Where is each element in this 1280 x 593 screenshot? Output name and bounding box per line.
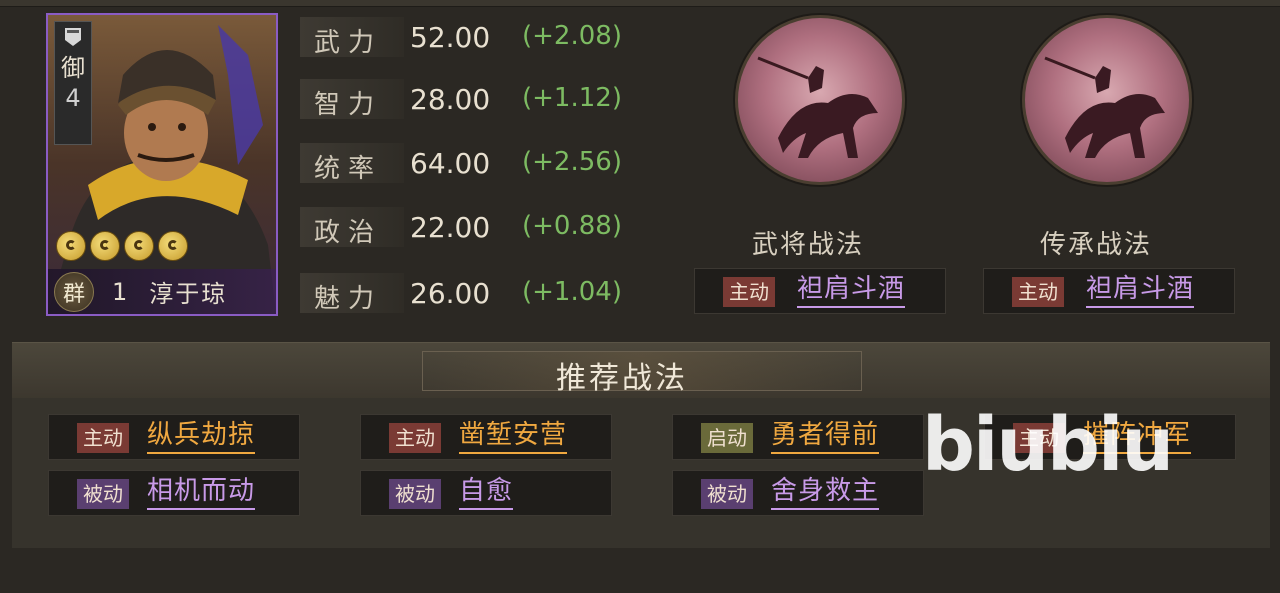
recommend-skill-name[interactable]: 纵兵劫掠 — [147, 420, 256, 454]
recommend-skill-slot[interactable]: 启动 勇者得前 — [672, 414, 924, 460]
recommend-skill-slot[interactable]: 被动 相机而动 — [48, 470, 300, 516]
stat-value: 28.00 — [410, 83, 491, 116]
star-rating — [56, 231, 188, 261]
inherit-skill-slot[interactable]: 主动 袒肩斗酒 — [983, 268, 1235, 314]
general-skill-icon[interactable] — [735, 15, 905, 185]
stat-bonus: (+0.88) — [522, 211, 622, 241]
star-icon — [90, 231, 120, 261]
general-skill-name[interactable]: 袒肩斗酒 — [797, 274, 906, 308]
horse-rider-icon — [1044, 56, 1165, 158]
skill-tag-active: 主动 — [723, 277, 775, 307]
stat-row-intelligence: 智力 28.00 (+1.12) — [300, 79, 640, 120]
inherit-skill-title: 传承战法 — [1040, 230, 1153, 260]
rank-column: 御 4 — [54, 21, 92, 145]
stat-value: 64.00 — [410, 147, 491, 180]
general-cost: 1 — [112, 277, 128, 306]
horse-rider-icon — [757, 56, 878, 158]
stat-label: 统率 — [314, 154, 383, 184]
inherit-skill-name[interactable]: 袒肩斗酒 — [1086, 274, 1195, 308]
recommend-skill-name[interactable]: 相机而动 — [147, 476, 256, 510]
star-icon — [56, 231, 86, 261]
stat-label: 魅力 — [314, 284, 383, 314]
skill-tag-passive: 被动 — [389, 479, 441, 509]
recommend-skill-name[interactable]: 舍身救主 — [771, 476, 880, 510]
general-card[interactable]: 御 4 群 1 淳于琼 — [46, 13, 278, 316]
skill-tag-start: 启动 — [701, 423, 753, 453]
star-icon — [124, 231, 154, 261]
skill-tag-active: 主动 — [389, 423, 441, 453]
top-strip — [0, 0, 1280, 7]
general-skill-slot[interactable]: 主动 袒肩斗酒 — [694, 268, 946, 314]
stat-row-politics: 政治 22.00 (+0.88) — [300, 207, 640, 248]
troop-level: 4 — [65, 84, 81, 112]
skill-tag-active: 主动 — [77, 423, 129, 453]
recommend-skill-slot[interactable]: 被动 自愈 — [360, 470, 612, 516]
stat-bonus: (+1.04) — [522, 277, 622, 307]
star-icon — [158, 231, 188, 261]
inherit-skill-icon[interactable] — [1022, 15, 1192, 185]
stat-value: 26.00 — [410, 277, 491, 310]
skill-tag-active: 主动 — [1012, 277, 1064, 307]
recommend-title: 推荐战法 — [556, 361, 688, 396]
general-name-bar: 群 1 淳于琼 — [48, 269, 276, 314]
recommend-skill-slot[interactable]: 主动 凿堑安营 — [360, 414, 612, 460]
troop-type-label: 御 — [61, 54, 85, 82]
stat-bonus: (+2.56) — [522, 147, 622, 177]
stat-value: 22.00 — [410, 211, 491, 244]
recommend-skill-slot[interactable]: 主动 纵兵劫掠 — [48, 414, 300, 460]
faction-badge: 群 — [54, 271, 94, 312]
stat-row-force: 武力 52.00 (+2.08) — [300, 17, 640, 58]
stat-row-charisma: 魅力 26.00 (+1.04) — [300, 273, 640, 314]
stat-label: 政治 — [314, 218, 383, 248]
recommend-skill-name[interactable]: 自愈 — [459, 476, 514, 510]
general-skill-title: 武将战法 — [752, 230, 865, 260]
stat-label: 武力 — [314, 28, 383, 58]
recommend-skill-name[interactable]: 勇者得前 — [771, 420, 880, 454]
stat-label: 智力 — [314, 90, 383, 120]
shield-icon — [65, 28, 81, 46]
recommend-banner: 推荐战法 — [12, 342, 1270, 400]
recommend-skill-name[interactable]: 凿堑安营 — [459, 420, 568, 454]
stat-bonus: (+2.08) — [522, 21, 622, 51]
stat-value: 52.00 — [410, 21, 491, 54]
skill-tag-passive: 被动 — [701, 479, 753, 509]
stat-bonus: (+1.12) — [522, 83, 622, 113]
recommend-skill-slot[interactable]: 被动 舍身救主 — [672, 470, 924, 516]
skill-tag-passive: 被动 — [77, 479, 129, 509]
watermark-text: biubiu — [922, 402, 1174, 488]
general-name: 淳于琼 — [149, 280, 228, 308]
stat-row-command: 统率 64.00 (+2.56) — [300, 143, 640, 184]
